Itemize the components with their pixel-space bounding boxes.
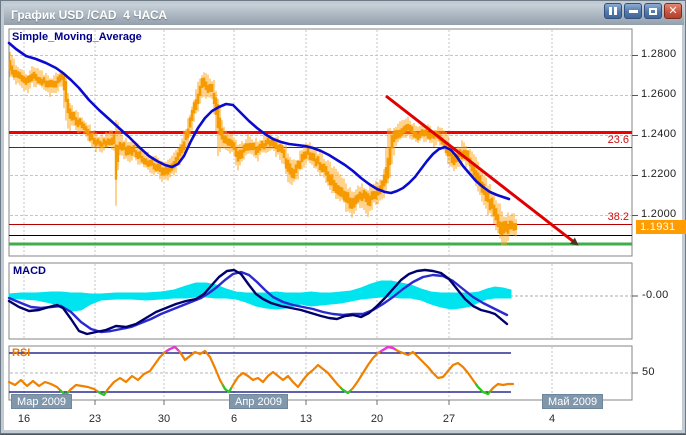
chart-canvas[interactable] <box>1 1 686 435</box>
chart-window: График USD /CAD 4 ЧАСА ✕ Simple_Moving_A… <box>0 0 686 434</box>
